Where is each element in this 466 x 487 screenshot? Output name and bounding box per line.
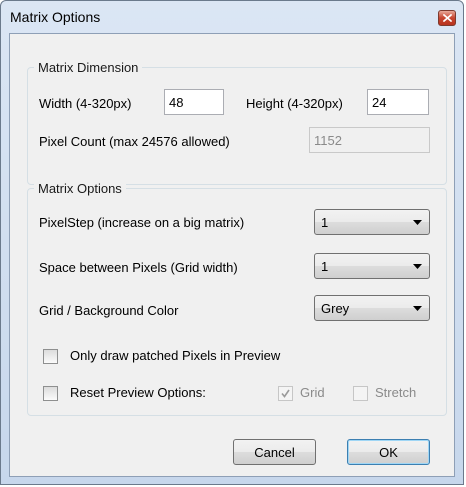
close-button[interactable] [438,10,456,26]
color-value: Grey [321,301,350,316]
chevron-down-icon [413,264,422,269]
close-icon [442,14,452,22]
matrix-dimension-legend: Matrix Dimension [34,60,143,75]
reset-preview-checkbox[interactable] [43,386,58,401]
chevron-down-icon [413,220,422,225]
stretch-label: Stretch [375,385,417,400]
matrix-options-legend: Matrix Options [34,181,126,196]
grid-label: Grid [300,385,325,400]
pixelstep-dropdown[interactable]: 1 [314,209,430,235]
grid-checkbox [278,386,293,401]
pixel-count-label: Pixel Count (max 24576 allowed) [39,134,230,149]
dialog-client-area: Matrix Dimension Width (4-320px) Height … [9,33,455,477]
pixel-count-field [309,127,430,153]
matrix-dimension-group: Matrix Dimension [27,60,447,185]
checkmark-icon [281,389,290,398]
width-input[interactable] [164,89,224,115]
space-dropdown[interactable]: 1 [314,253,430,279]
cancel-button[interactable]: Cancel [233,439,316,465]
ok-button[interactable]: OK [347,439,430,465]
height-label: Height (4-320px) [246,96,343,111]
reset-preview-label: Reset Preview Options: [70,385,206,400]
color-dropdown[interactable]: Grey [314,295,430,321]
window-title: Matrix Options [10,9,101,25]
title-bar[interactable]: Matrix Options [1,1,463,33]
height-input[interactable] [367,89,429,115]
only-patched-checkbox[interactable] [43,349,58,364]
width-label: Width (4-320px) [39,96,132,111]
space-label: Space between Pixels (Grid width) [39,260,238,275]
stretch-checkbox [353,386,368,401]
space-value: 1 [321,259,329,274]
matrix-options-dialog: Matrix Options Matrix Dimension Width (4… [0,0,464,485]
chevron-down-icon [413,306,422,311]
pixelstep-label: PixelStep (increase on a big matrix) [39,215,245,230]
color-label: Grid / Background Color [39,303,179,318]
pixelstep-value: 1 [321,215,329,230]
only-patched-label: Only draw patched Pixels in Preview [70,348,281,363]
